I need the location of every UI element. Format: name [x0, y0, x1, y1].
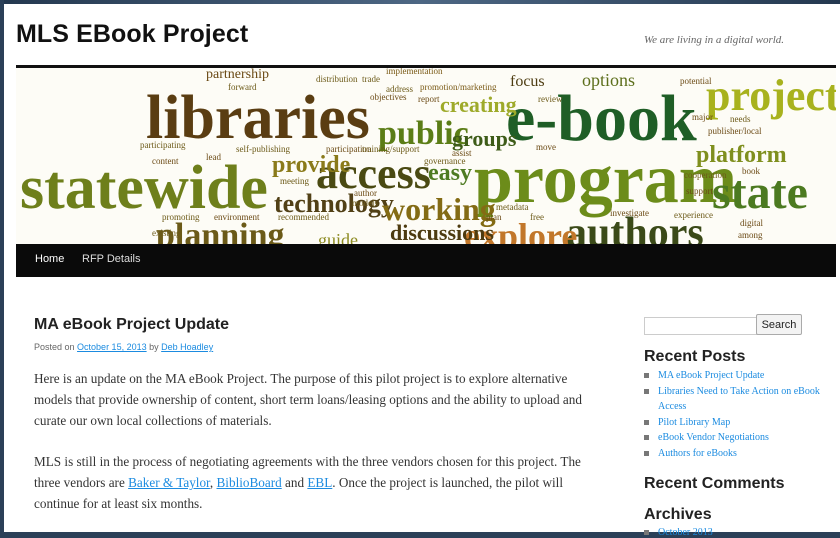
banner-word: trade	[362, 74, 380, 84]
banner-word: promoting	[162, 212, 200, 222]
banner-word: distribution	[316, 74, 358, 84]
banner-word: move	[536, 142, 556, 152]
post-date-link[interactable]: October 15, 2013	[77, 342, 147, 352]
banner-word: free	[530, 212, 544, 222]
recent-posts-list: MA eBook Project Update Libraries Need t…	[644, 368, 840, 462]
banner-word: support	[686, 186, 713, 196]
recent-comments-heading: Recent Comments	[644, 475, 785, 492]
recent-post-item: Pilot Library Map	[644, 415, 840, 431]
banner-word: implementation	[386, 68, 443, 76]
post-paragraph-1: Here is an update on the MA eBook Projec…	[34, 371, 582, 428]
banner-word: focus	[510, 73, 545, 90]
recent-post-link[interactable]: Pilot Library Map	[658, 417, 730, 428]
list-bullet-icon	[644, 435, 649, 441]
banner-word: experience	[674, 210, 713, 220]
vendor-link-biblioboard[interactable]: BiblioBoard	[217, 475, 282, 490]
banner-word: major	[692, 112, 713, 122]
banner-word: author	[354, 188, 377, 198]
banner-word: platform	[696, 142, 787, 168]
banner-word: needs	[730, 114, 751, 124]
archive-link[interactable]: October 2013	[658, 527, 713, 538]
posted-on-label: Posted on	[34, 342, 75, 352]
banner-word: investigate	[610, 208, 649, 218]
banner-word: lead	[206, 152, 221, 162]
banner-word: forward	[228, 82, 257, 92]
recent-post-item: MA eBook Project Update	[644, 368, 840, 384]
banner-word: report	[418, 94, 440, 104]
recent-post-link[interactable]: MA eBook Project Update	[658, 370, 764, 381]
banner-word: self-publishing	[236, 144, 290, 154]
word-cloud-image: statewidelibraries e-bookprogramprojectst…	[16, 68, 836, 246]
web-page: MLS EBook Project We are living in a dig…	[4, 4, 840, 538]
banner-word: metadata	[496, 202, 528, 212]
primary-navigation: Home RFP Details	[16, 244, 836, 277]
archives-heading: Archives	[644, 506, 712, 523]
header-banner-word-cloud: statewide libraries e-book program project st…	[16, 68, 836, 246]
banner-word: publisher/local	[708, 126, 762, 136]
post-title[interactable]: MA eBook Project Update	[34, 316, 229, 334]
and-separator: and	[281, 475, 308, 490]
recent-post-item: eBook Vendor Negotiations	[644, 430, 840, 446]
banner-word: participating	[140, 140, 186, 150]
banner-word: training/support	[362, 144, 420, 154]
banner-word: digital	[740, 218, 763, 228]
banner-word: among	[738, 230, 763, 240]
by-label: by	[149, 342, 159, 352]
list-bullet-icon	[644, 373, 649, 378]
nav-item-rfp-details[interactable]: RFP Details	[82, 253, 140, 265]
banner-word: discussions	[390, 220, 494, 245]
nav-item-home[interactable]: Home	[35, 253, 64, 265]
banner-word: recommended	[278, 212, 329, 222]
vendor-link-ebl[interactable]: EBL	[307, 475, 332, 490]
vendor-link-baker-taylor[interactable]: Baker & Taylor	[128, 475, 210, 490]
post-meta: Posted on October 15, 2013 by Deb Hoadle…	[34, 342, 213, 352]
banner-word: governance	[424, 156, 465, 166]
list-bullet-icon	[644, 388, 649, 394]
search-input[interactable]	[644, 317, 758, 335]
banner-word: meeting	[280, 176, 309, 186]
recent-posts-heading: Recent Posts	[644, 348, 746, 365]
recent-post-item: Libraries Need to Take Action on eBook A…	[644, 384, 840, 415]
banner-word: options	[582, 70, 635, 90]
search-button[interactable]: Search	[756, 314, 802, 335]
recent-post-link[interactable]: Authors for eBooks	[658, 448, 737, 459]
banner-word: plan	[486, 212, 502, 222]
list-bullet-icon	[644, 530, 649, 535]
banner-word: promotion/marketing	[420, 82, 497, 92]
site-tagline: We are living in a digital world.	[644, 34, 785, 46]
banner-word: book	[742, 166, 761, 176]
banner-word: existing	[152, 228, 181, 238]
list-bullet-icon	[644, 450, 649, 456]
banner-word: cooperation	[684, 170, 727, 180]
post-content: Here is an update on the MA eBook Projec…	[34, 368, 600, 534]
banner-word: address	[386, 84, 413, 94]
banner-word: creating	[440, 92, 517, 117]
comma-separator: ,	[209, 475, 217, 490]
post-paragraph-2: MLS is still in the process of negotiati…	[34, 451, 600, 514]
banner-word: potential	[680, 76, 712, 86]
recent-post-link[interactable]: Libraries Need to Take Action on eBook A…	[658, 386, 820, 413]
post-author-link[interactable]: Deb Hoadley	[161, 342, 213, 352]
list-bullet-icon	[644, 419, 649, 425]
banner-word: partnership	[206, 68, 269, 82]
recent-post-item: Authors for eBooks	[644, 446, 840, 462]
banner-word: environment	[214, 212, 260, 222]
banner-word: models	[352, 198, 378, 208]
banner-word: review	[538, 94, 563, 104]
banner-word: content	[152, 156, 179, 166]
banner-word: provide	[272, 152, 351, 178]
site-title[interactable]: MLS EBook Project	[16, 20, 248, 49]
banner-word: project	[706, 71, 836, 120]
recent-post-link[interactable]: eBook Vendor Negotiations	[658, 432, 769, 443]
